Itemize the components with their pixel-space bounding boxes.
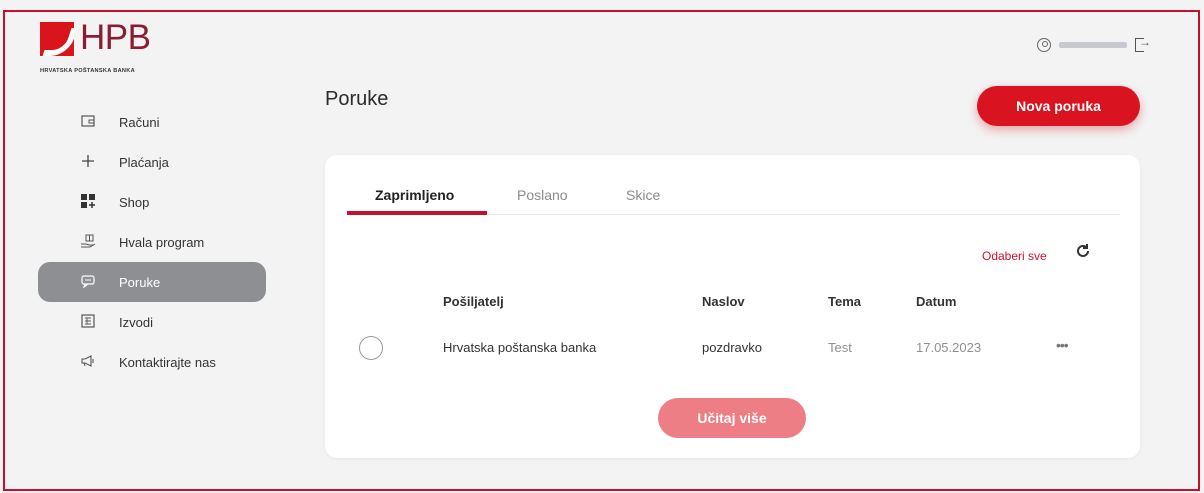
select-all-link[interactable]: Odaberi sve [982, 249, 1047, 263]
document-icon [80, 314, 96, 330]
sidebar-item-placanja[interactable]: Plaćanja [38, 142, 266, 182]
column-header-topic[interactable]: Tema [828, 294, 861, 309]
new-message-button[interactable]: Nova poruka [977, 86, 1140, 126]
message-sender[interactable]: Hrvatska poštanska banka [443, 340, 596, 355]
message-title[interactable]: pozdravko [702, 340, 762, 355]
sidebar-item-label: Poruke [119, 274, 161, 290]
column-header-sender[interactable]: Pošiljatelj [443, 294, 504, 309]
message-tabs: Zaprimljeno Poslano Skice [347, 185, 1120, 215]
logout-icon[interactable] [1135, 35, 1151, 52]
user-area [1037, 35, 1151, 52]
column-header-date[interactable]: Datum [916, 294, 956, 309]
hpb-logo[interactable]: HPB HRVATSKA POŠTANSKA BANKA [40, 18, 180, 82]
sidebar-item-poruke[interactable]: Poruke [38, 262, 266, 302]
hpb-logo-mark [40, 22, 74, 56]
refresh-icon[interactable] [1075, 243, 1091, 264]
sidebar-item-label: Računi [119, 114, 160, 130]
column-header-title[interactable]: Naslov [702, 294, 745, 309]
sidebar-item-label: Hvala program [119, 234, 205, 250]
message-icon [80, 274, 96, 290]
sidebar-item-racuni[interactable]: Računi [38, 102, 266, 142]
sidebar-item-izvodi[interactable]: Izvodi [38, 302, 266, 342]
message-topic[interactable]: Test [828, 340, 852, 355]
messages-card: Zaprimljeno Poslano Skice Odaberi sve Po… [325, 155, 1140, 458]
logo-text: HPB [80, 18, 151, 57]
message-select-radio[interactable] [359, 336, 383, 360]
tab-poslano[interactable]: Poslano [517, 187, 568, 203]
wallet-icon [80, 114, 96, 130]
megaphone-icon [80, 354, 96, 370]
sidebar-item-label: Kontaktirajte nas [119, 354, 216, 370]
sidebar-item-kontaktirajte-nas[interactable]: Kontaktirajte nas [38, 342, 266, 382]
user-circle-icon[interactable] [1037, 38, 1051, 52]
sidebar-item-shop[interactable]: Shop [38, 182, 266, 222]
tab-skice[interactable]: Skice [626, 187, 660, 203]
more-options-icon[interactable]: ••• [1056, 337, 1069, 353]
sidebar-item-label: Shop [119, 194, 150, 210]
page-title: Poruke [325, 88, 389, 110]
user-name-redacted[interactable] [1059, 42, 1127, 48]
sidebar-item-hvala-program[interactable]: Hvala program [38, 222, 266, 262]
sidebar-item-label: Izvodi [119, 314, 153, 330]
sidebar-nav: Računi Plaćanja Shop Hvala program Poruk… [38, 102, 266, 382]
active-tab-indicator [347, 211, 487, 215]
tab-zaprimljeno[interactable]: Zaprimljeno [375, 187, 454, 203]
message-date[interactable]: 17.05.2023 [916, 340, 981, 355]
logo-subtitle: HRVATSKA POŠTANSKA BANKA [40, 68, 135, 74]
sidebar-item-label: Plaćanja [119, 154, 169, 170]
grid-icon [80, 194, 96, 210]
gift-hand-icon [80, 234, 96, 250]
plus-icon [80, 154, 96, 170]
load-more-button[interactable]: Učitaj više [658, 398, 806, 438]
